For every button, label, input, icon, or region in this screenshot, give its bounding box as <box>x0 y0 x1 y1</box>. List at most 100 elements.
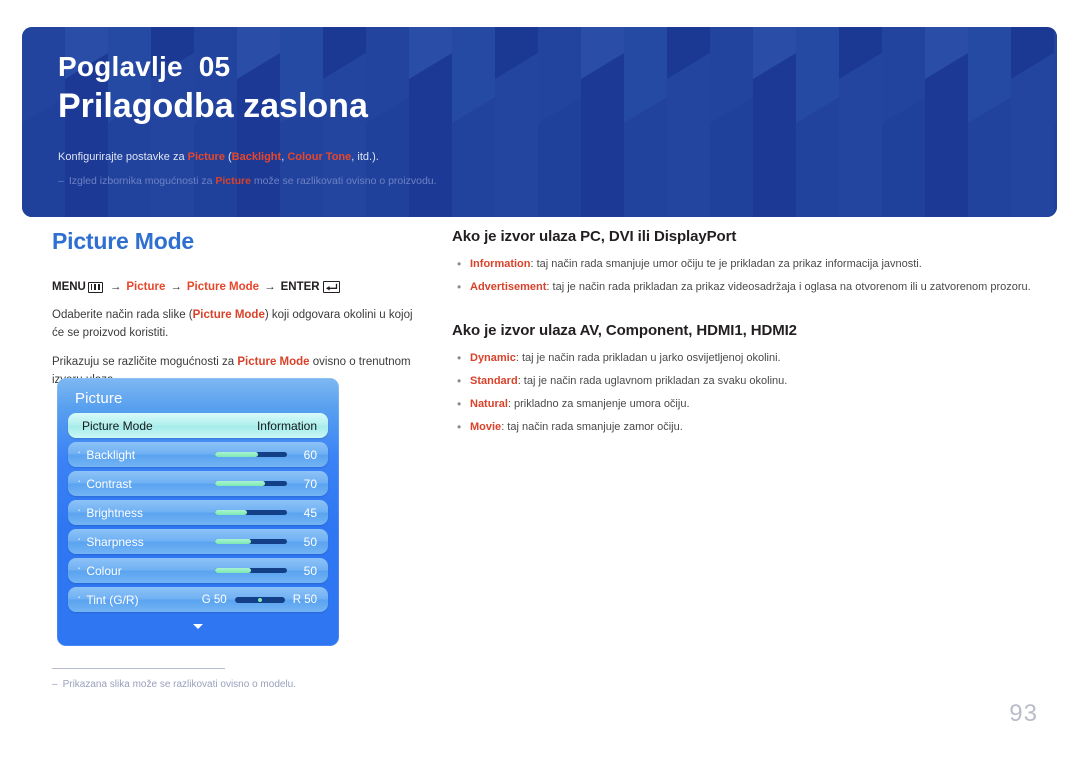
osd-tint-green-value: G 50 <box>201 593 227 606</box>
banner-note-keyword-picture: Picture <box>215 175 251 188</box>
bullet-term-dynamic: Dynamic <box>470 351 516 364</box>
bullet-list-av-modes: • Dynamic: taj je način rada prikladan u… <box>452 351 1042 436</box>
par2-pre: Prikazuju se različite mogućnosti za <box>52 355 238 368</box>
path-arrow-2: → <box>170 281 182 293</box>
page-number: 93 <box>1009 700 1038 727</box>
bullet-dot-icon: • <box>457 350 462 365</box>
banner-note: – Izgled izbornika mogućnosti za Picture … <box>58 174 1057 190</box>
osd-menu-title: Picture <box>75 390 123 407</box>
footnote-block: – Prikazana slika može se razlikovati ovi… <box>52 668 392 692</box>
bullet-term-movie: Movie <box>470 420 502 433</box>
osd-row-picture-mode[interactable]: Picture Mode Information <box>68 413 328 438</box>
osd-row-sharpness[interactable]: · Sharpness 50 <box>68 529 328 554</box>
osd-row-brightness[interactable]: · Brightness 45 <box>68 500 328 525</box>
par2-keyword: Picture Mode <box>237 355 310 368</box>
path-arrow-3: → <box>264 281 276 293</box>
osd-value-brightness: 45 <box>303 505 317 520</box>
bullet-dot-icon: • <box>457 279 462 294</box>
paragraph-picture-mode-desc: Odaberite način rada slike (Picture Mode… <box>52 307 424 343</box>
banner-note-suffix: može se razlikovati ovisno o proizvodu. <box>250 175 437 188</box>
osd-slider-brightness[interactable] <box>215 510 287 515</box>
osd-value-sharpness: 50 <box>303 534 317 549</box>
osd-slider-contrast[interactable] <box>215 481 287 486</box>
bullet-text: Natural: prikladno za smanjenje umora oč… <box>470 397 1042 413</box>
path-step-picture: Picture <box>126 281 166 293</box>
list-item: • Standard: taj je način rada uglavnom p… <box>452 374 1042 390</box>
osd-tint-control[interactable]: G 50 R 50 <box>202 594 317 606</box>
osd-row-contrast[interactable]: · Contrast 70 <box>68 471 328 496</box>
osd-value-contrast: 70 <box>303 476 317 491</box>
bullet-list-pc-modes: • Information: taj način rada smanjuje u… <box>452 257 1042 296</box>
osd-row-tint[interactable]: · Tint (G/R) G 50 R 50 <box>68 587 328 612</box>
banner-desc-mid1: ( <box>224 150 232 163</box>
osd-scroll-more[interactable] <box>68 616 328 634</box>
osd-row-backlight[interactable]: · Backlight 60 <box>68 442 328 467</box>
par1-pre: Odaberite način rada slike ( <box>52 309 193 322</box>
banner-description: Konfigurirajte postavke za Picture (Back… <box>58 149 1057 166</box>
list-item: • Movie: taj način rada smanjuje zamor o… <box>452 420 1042 436</box>
banner-desc-suffix: , itd.). <box>351 150 379 163</box>
list-item: • Advertisement: taj je način rada prikl… <box>452 280 1042 296</box>
subheading-pc-dvi-displayport: Ako je izvor ulaza PC, DVI ili DisplayPo… <box>452 228 737 245</box>
bullet-desc: : taj način rada smanjuje umor očiju te … <box>530 258 922 270</box>
osd-tint-red-value: R 50 <box>292 593 317 606</box>
section-heading: Picture Mode <box>52 228 195 254</box>
osd-value-backlight: 60 <box>303 447 317 462</box>
bullet-desc: : taj način rada smanjuje zamor očiju. <box>501 420 683 433</box>
footnote-dash: – <box>52 679 58 690</box>
osd-label-tint: Tint (G/R) <box>86 592 139 607</box>
bullet-desc: : taj je način rada uglavnom prikladan z… <box>517 374 788 387</box>
osd-value-picture-mode: Information <box>256 418 317 433</box>
enter-label: ENTER <box>280 281 320 293</box>
bullet-term-advertisement: Advertisement <box>470 280 547 293</box>
osd-label-brightness: Brightness <box>86 505 144 520</box>
bullet-dot-icon: • <box>457 396 462 411</box>
bullet-text: Movie: taj način rada smanjuje zamor oči… <box>470 420 1042 436</box>
chapter-banner: Poglavlje 05 Prilagodba zaslona Konfigur… <box>22 27 1057 217</box>
bullet-text: Information: taj način rada smanjuje umo… <box>470 257 1042 273</box>
menu-bars-icon <box>87 281 103 293</box>
path-step-picture-mode: Picture Mode <box>186 281 260 293</box>
osd-slider-backlight[interactable] <box>215 452 287 457</box>
bullet-term-natural: Natural <box>470 397 508 410</box>
par1-keyword: Picture Mode <box>192 309 265 322</box>
osd-slider-colour[interactable] <box>215 568 287 573</box>
subheading-av-component-hdmi: Ako je izvor ulaza AV, Component, HDMI1,… <box>452 321 797 339</box>
bullet-text: Advertisement: taj je način rada priklad… <box>470 280 1042 296</box>
left-column: Picture Mode MENU → Picture → Picture Mo… <box>52 228 424 400</box>
bullet-term-information: Information <box>470 258 531 270</box>
banner-note-prefix: Izgled izbornika mogućnosti za <box>68 175 216 188</box>
menu-label: MENU <box>52 281 86 293</box>
banner-keyword-backlight: Backlight <box>231 150 282 163</box>
bullet-desc: : taj je način rada prikladan u jarko os… <box>515 351 781 364</box>
osd-tint-knob[interactable] <box>257 597 262 602</box>
list-item: • Natural: prikladno za smanjenje umora … <box>452 397 1042 413</box>
bullet-dot-icon: • <box>457 257 462 271</box>
banner-note-dash: – <box>58 175 64 188</box>
osd-label-sharpness: Sharpness <box>86 534 144 549</box>
chevron-down-icon[interactable] <box>193 624 203 629</box>
banner-keyword-picture: Picture <box>187 150 225 163</box>
banner-keyword-colour-tone: Colour Tone <box>287 150 352 163</box>
osd-label-backlight: Backlight <box>86 447 136 462</box>
footnote-divider <box>52 668 225 669</box>
bullet-text: Dynamic: taj je način rada prikladan u j… <box>470 351 1042 367</box>
bullet-text: Standard: taj je način rada uglavnom pri… <box>470 374 1042 390</box>
osd-slider-sharpness[interactable] <box>215 539 287 544</box>
list-item: • Information: taj način rada smanjuje u… <box>452 257 1042 273</box>
footnote-body: Prikazana slika može se razlikovati ovis… <box>62 679 296 690</box>
path-arrow-1: → <box>109 281 122 293</box>
right-column: Ako je izvor ulaza PC, DVI ili DisplayPo… <box>452 228 1042 443</box>
chapter-title: Prilagodba zaslona <box>58 87 368 125</box>
footnote-text: – Prikazana slika može se razlikovati ovi… <box>52 678 392 692</box>
osd-tint-slider[interactable] <box>234 596 285 603</box>
banner-desc-prefix: Konfigurirajte postavke za <box>58 150 188 163</box>
osd-menu-screenshot: Picture Picture Mode Information · Backl… <box>57 378 339 646</box>
list-item: • Dynamic: taj je način rada prikladan u… <box>452 351 1042 367</box>
osd-row-colour[interactable]: · Colour 50 <box>68 558 328 583</box>
bullet-desc: : prikladno za smanjenje umora očiju. <box>507 397 690 410</box>
bullet-term-standard: Standard <box>470 374 518 387</box>
menu-navigation-path: MENU → Picture → Picture Mode → ENTER <box>52 279 424 295</box>
bullet-dot-icon: • <box>457 419 462 434</box>
osd-value-colour: 50 <box>303 563 317 578</box>
